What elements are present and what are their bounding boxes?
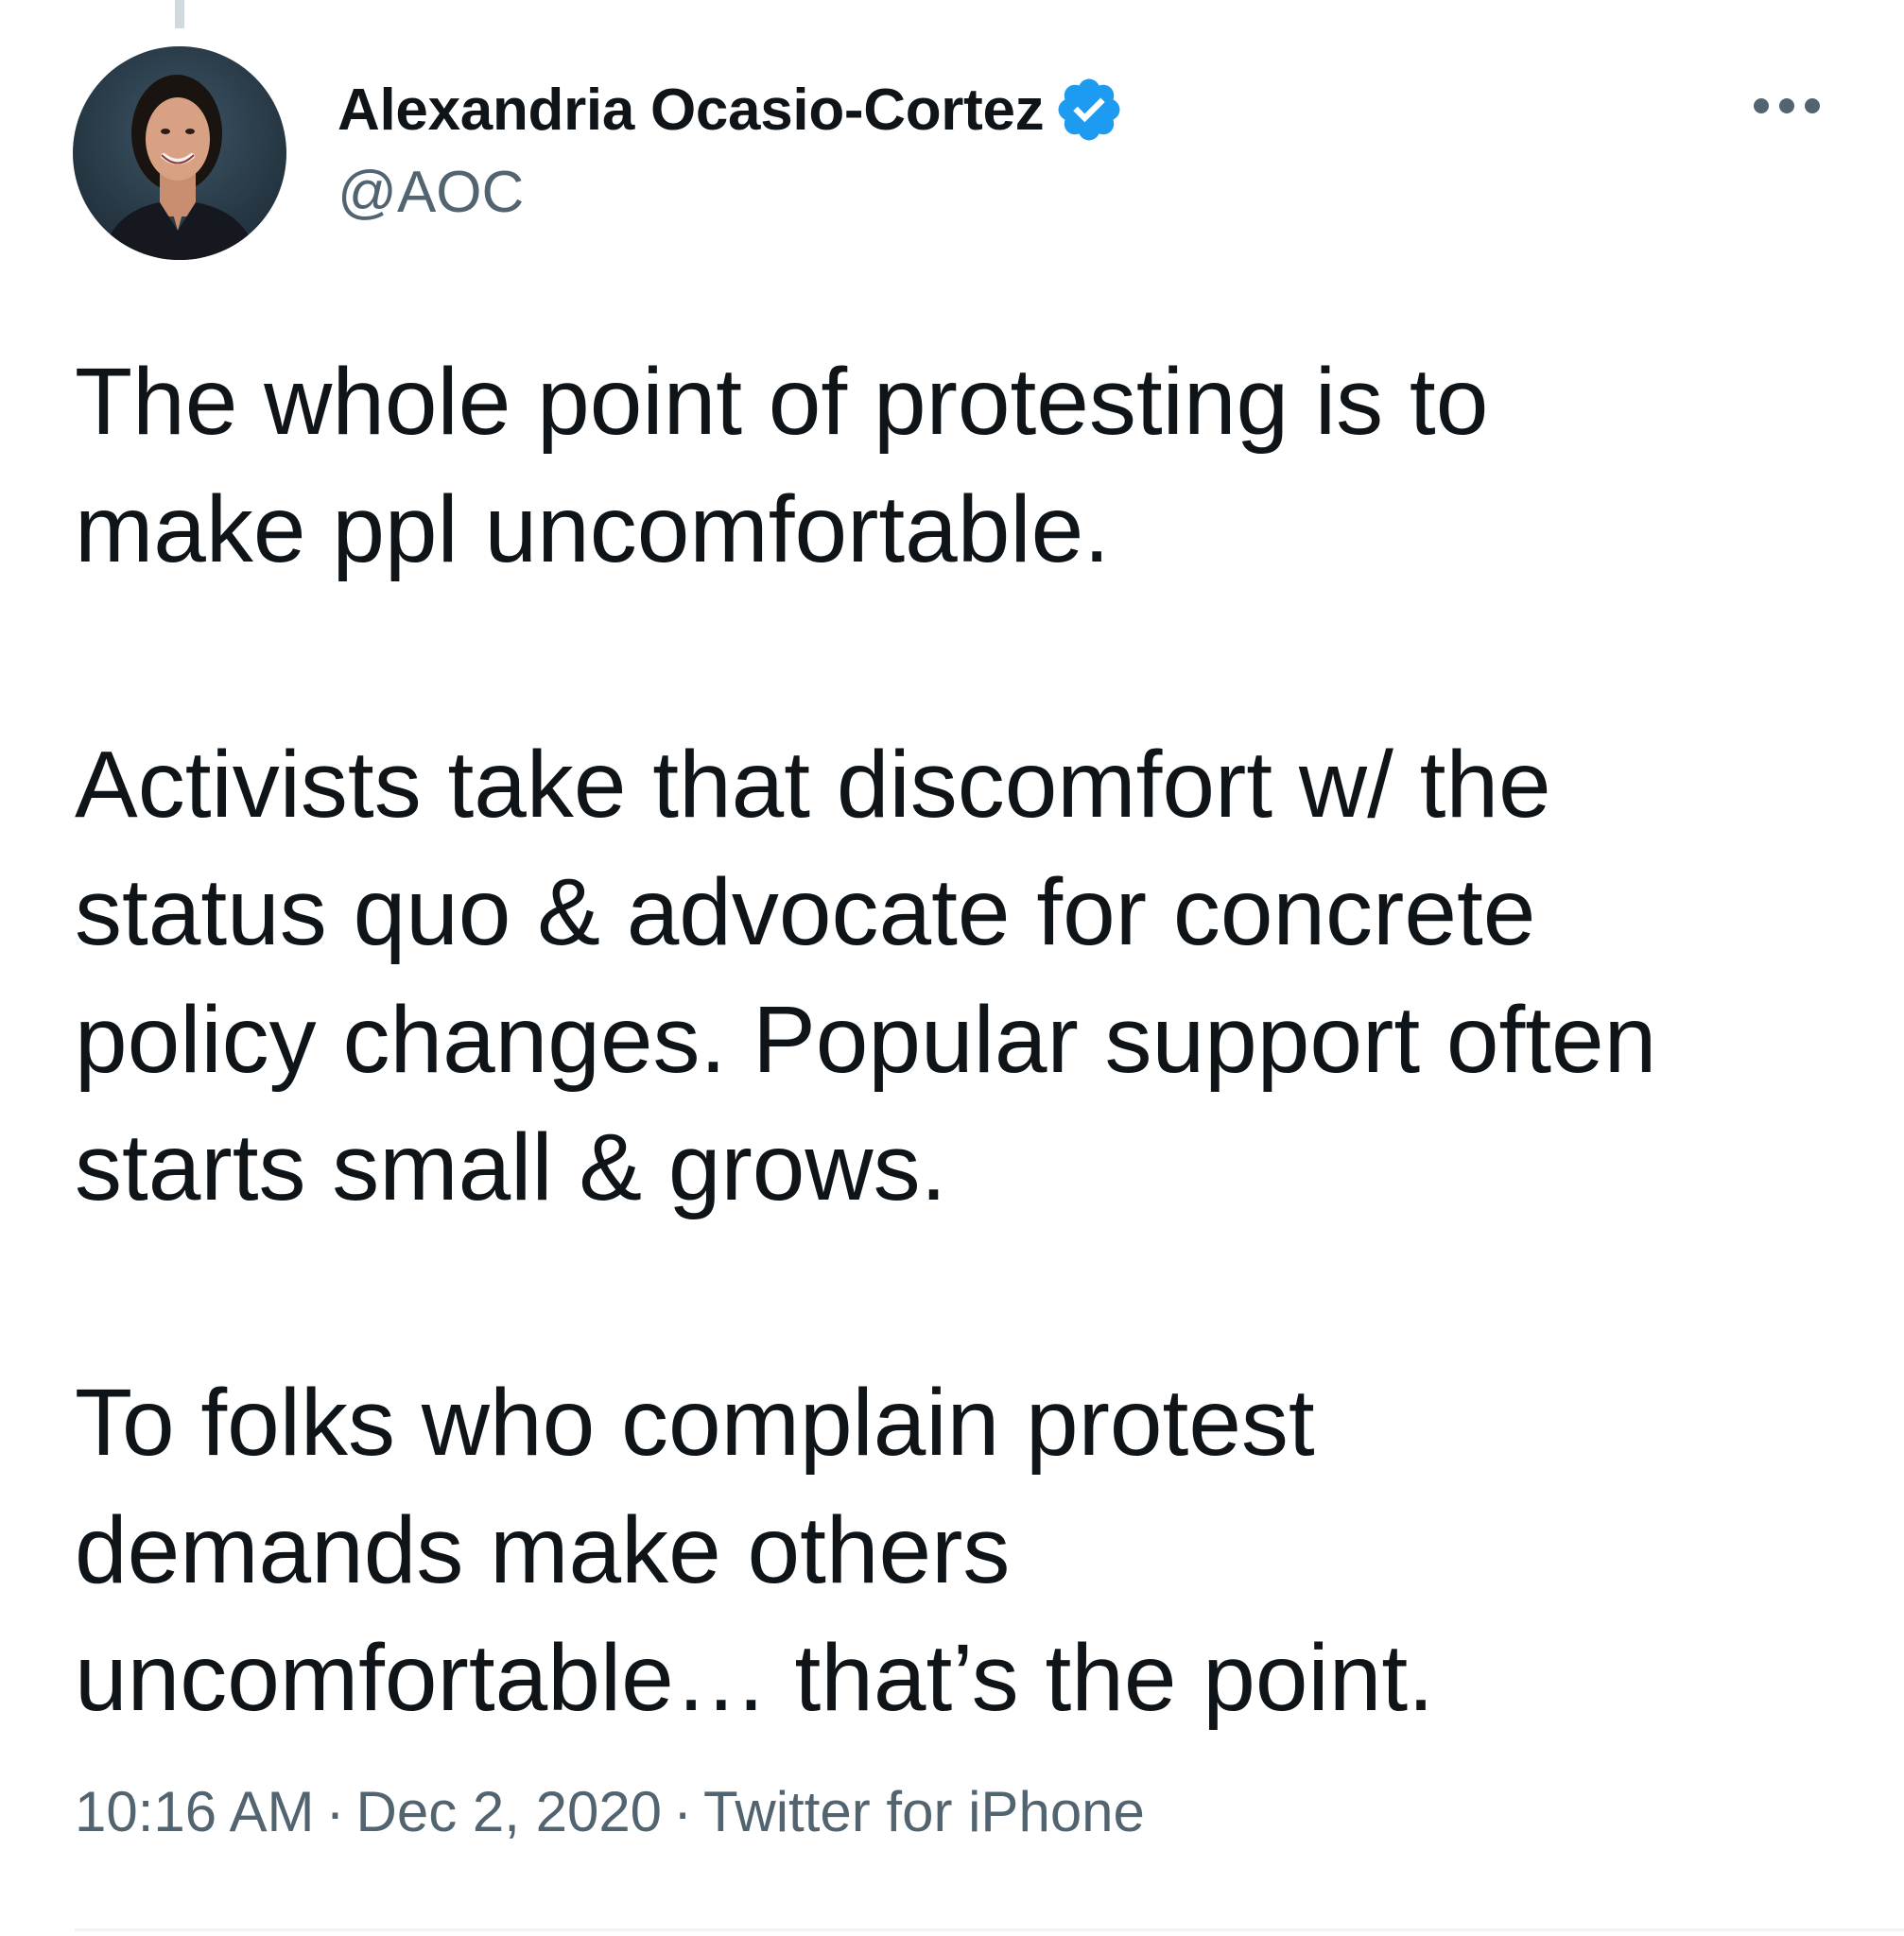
more-horizontal-icon [1754, 98, 1769, 113]
tweet-line: Activists take that discomfort w/ the [75, 732, 1551, 838]
tweet-source-link[interactable]: Twitter for iPhone [703, 1780, 1145, 1843]
tweet-date[interactable]: Dec 2, 2020 [356, 1780, 663, 1843]
thread-connector-line [175, 0, 184, 28]
tweet-line: demands make others [75, 1497, 1011, 1603]
meta-separator: · [673, 1780, 693, 1843]
verified-badge-icon [1053, 74, 1125, 146]
more-icon-dot [1779, 98, 1794, 113]
tweet-time[interactable]: 10:16 AM [75, 1780, 315, 1843]
tweet-line: The whole point of protesting is to [75, 349, 1489, 455]
avatar[interactable] [73, 46, 286, 260]
tweet-line: status quo & advocate for concrete [75, 859, 1536, 965]
avatar-image [73, 46, 286, 260]
tweet-line: policy changes. Popular support often [75, 987, 1657, 1093]
tweet-line: uncomfortable… that’s the point. [75, 1625, 1434, 1731]
tweet-line: make ppl uncomfortable. [75, 476, 1111, 582]
tweet-line: starts small & grows. [75, 1115, 947, 1220]
tweet-line: To folks who complain protest [75, 1370, 1315, 1476]
author-handle[interactable]: @AOC [338, 159, 524, 226]
more-options-button[interactable] [1754, 87, 1820, 125]
meta-separator: · [325, 1780, 345, 1843]
tweet-text: The whole point of protesting is to make… [75, 338, 1852, 1742]
tweet-meta: 10:16 AM · Dec 2, 2020 · Twitter for iPhone [75, 1779, 1145, 1844]
author-name-row[interactable]: Alexandria Ocasio-Cortez [338, 72, 1125, 147]
more-icon-dot [1805, 98, 1820, 113]
divider [75, 1928, 1904, 1931]
author-display-name[interactable]: Alexandria Ocasio-Cortez [338, 77, 1045, 144]
